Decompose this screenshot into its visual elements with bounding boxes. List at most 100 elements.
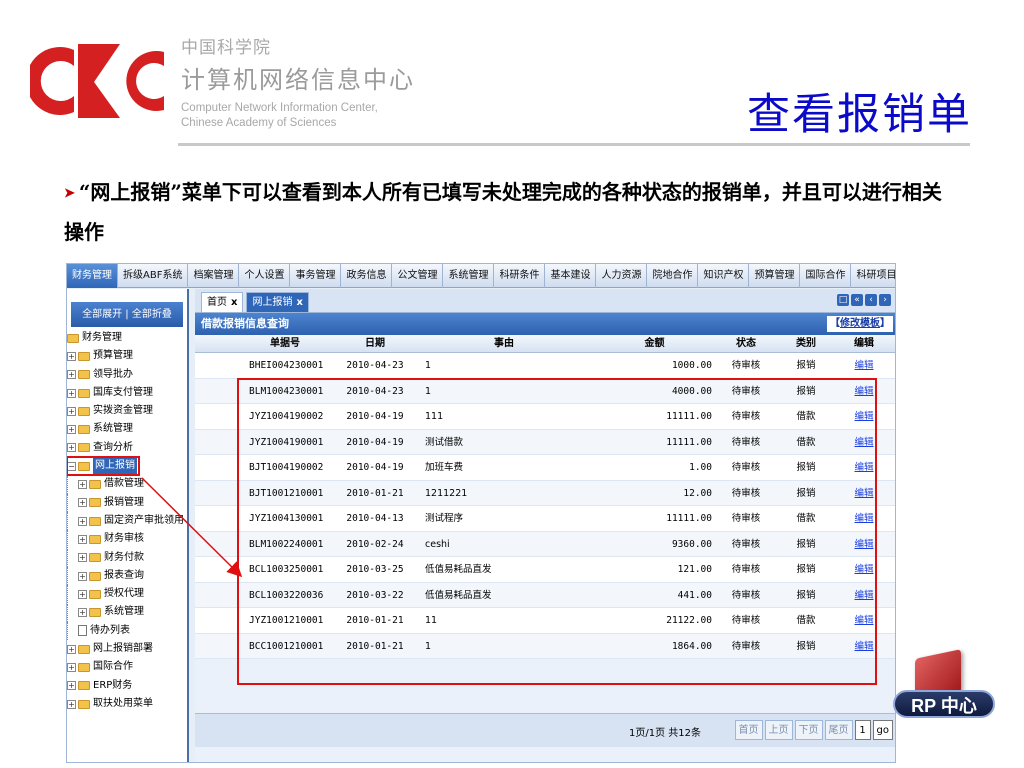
expand-toggle-icon[interactable]: + <box>78 498 87 508</box>
nav-item[interactable]: 政务信息 <box>341 264 393 288</box>
expand-toggle-icon[interactable]: + <box>78 534 87 544</box>
prev-page-button[interactable]: 上页 <box>764 720 793 740</box>
page-number-input[interactable]: 1 <box>854 720 871 740</box>
expand-toggle-icon[interactable]: + <box>67 351 76 361</box>
sidebar-item[interactable]: + 系统管理 <box>67 603 187 622</box>
sidebar-item[interactable]: + 网上报销部署 <box>67 640 187 658</box>
column-header-type[interactable]: 类别 <box>776 335 836 352</box>
nav-item[interactable]: 系统管理 <box>443 264 495 288</box>
table-row[interactable]: JYZ1004190001 2010-04-19 测试借款 11111.00 待审核 借款… <box>195 429 895 455</box>
last-page-button[interactable]: 尾页 <box>824 720 853 740</box>
sidebar-item[interactable]: + 实拨资金管理 <box>67 402 187 420</box>
sidebar-item[interactable]: + 报表查询 <box>67 567 187 585</box>
nav-item[interactable]: 院地合作 <box>647 264 699 288</box>
nav-item[interactable]: 基本建设 <box>545 264 597 288</box>
expand-toggle-icon[interactable]: + <box>78 608 87 618</box>
tab-prev-icon[interactable]: ‹ <box>865 294 877 306</box>
table-row[interactable]: BHEI004230001 2010-04-23 1 1000.00 待审核 报销 编辑 <box>195 353 895 379</box>
nav-item[interactable]: 预算管理 <box>749 264 801 288</box>
sidebar-item[interactable]: + 借款管理 <box>67 475 187 494</box>
sidebar-item[interactable]: + 领导批办 <box>67 366 187 384</box>
column-header-status[interactable]: 状态 <box>716 335 776 352</box>
expand-toggle-icon[interactable]: + <box>67 388 76 398</box>
expand-toggle-icon[interactable]: + <box>67 425 76 435</box>
sidebar-item[interactable]: + 授权代理 <box>67 585 187 604</box>
sidebar-item[interactable]: + 取扶处用菜单 <box>67 695 187 713</box>
nav-item[interactable]: 个人设置 <box>239 264 291 288</box>
nav-item[interactable]: 知识产权 <box>698 264 750 288</box>
expand-toggle-icon[interactable]: + <box>67 644 76 654</box>
expand-collapse-all-button[interactable]: 全部展开 | 全部折叠 <box>71 302 183 327</box>
table-row[interactable]: BLM1004230001 2010-04-23 1 4000.00 待审核 报销 编辑 <box>195 378 895 404</box>
tab-list-icon[interactable]: □ <box>837 294 849 306</box>
nav-item[interactable]: 科研条件 <box>494 264 546 288</box>
tab-next-icon[interactable]: › <box>879 294 891 306</box>
column-header-number[interactable]: 单据号 <box>235 335 335 352</box>
edit-link[interactable]: 编辑 <box>836 506 892 531</box>
next-page-button[interactable]: 下页 <box>794 720 823 740</box>
nav-item[interactable]: 财务管理 <box>67 264 118 288</box>
expand-toggle-icon[interactable]: + <box>78 480 87 490</box>
edit-link[interactable]: 编辑 <box>836 404 892 429</box>
modify-template-link[interactable]: 【修改模板】 <box>827 316 893 332</box>
sidebar-item[interactable]: 待办列表 <box>67 621 187 640</box>
nav-item[interactable]: 拆级ABF系统 <box>118 264 189 288</box>
edit-link[interactable]: 编辑 <box>836 608 892 633</box>
expand-toggle-icon[interactable]: + <box>67 406 76 416</box>
edit-link[interactable]: 编辑 <box>836 532 892 557</box>
sidebar-item[interactable]: + 报销管理 <box>67 493 187 512</box>
table-row[interactable]: JYZ1004190002 2010-04-19 111 11111.00 待审核 借款 编… <box>195 404 895 430</box>
edit-link[interactable]: 编辑 <box>836 379 892 404</box>
sidebar-item[interactable]: + 国际合作 <box>67 658 187 676</box>
expand-toggle-icon[interactable]: + <box>67 699 76 709</box>
column-header-amount[interactable]: 金额 <box>593 335 716 352</box>
expand-toggle-icon[interactable]: + <box>78 553 87 563</box>
sidebar-item[interactable]: + 查询分析 <box>67 439 187 457</box>
sidebar-item[interactable]: + ERP财务 <box>67 677 187 695</box>
edit-link[interactable]: 编辑 <box>836 557 892 582</box>
table-row[interactable]: BCC1001210001 2010-01-21 1 1864.00 待审核 报销 编辑 <box>195 633 895 659</box>
table-row[interactable]: BLM1002240001 2010-02-24 ceshi 9360.00 待审核 报销… <box>195 531 895 557</box>
sidebar-item[interactable]: + 财务付款 <box>67 548 187 567</box>
expand-toggle-icon[interactable]: + <box>67 443 76 453</box>
nav-item[interactable]: 公文管理 <box>392 264 444 288</box>
table-row[interactable]: JYZ1004130001 2010-04-13 测试程序 11111.00 待审核 借款… <box>195 506 895 532</box>
expand-toggle-icon[interactable]: + <box>67 662 76 672</box>
edit-link[interactable]: 编辑 <box>836 353 892 378</box>
expand-toggle-icon[interactable]: + <box>67 681 76 691</box>
nav-item[interactable]: 人力资源 <box>596 264 648 288</box>
sidebar-item[interactable]: + 国库支付管理 <box>67 384 187 402</box>
column-header-reason[interactable]: 事由 <box>415 335 593 352</box>
edit-link[interactable]: 编辑 <box>836 634 892 659</box>
table-row[interactable]: JYZ1001210001 2010-01-21 11 21122.00 待审核 借款 编辑 <box>195 608 895 634</box>
expand-toggle-icon[interactable]: + <box>78 516 87 526</box>
close-icon[interactable]: x <box>231 297 237 308</box>
edit-link[interactable]: 编辑 <box>836 430 892 455</box>
sidebar-item[interactable]: + 系统管理 <box>67 420 187 438</box>
table-row[interactable]: BCL1003220036 2010-03-22 低值易耗品直发 441.00 待审核 报… <box>195 582 895 608</box>
expand-toggle-icon[interactable]: + <box>78 589 87 599</box>
go-button[interactable]: go <box>872 720 893 740</box>
first-page-button[interactable]: 首页 <box>734 720 763 740</box>
close-icon[interactable]: x <box>296 297 302 308</box>
edit-link[interactable]: 编辑 <box>836 455 892 480</box>
tab-first-icon[interactable]: « <box>851 294 863 306</box>
sidebar-item-root[interactable]: 财务管理 <box>67 329 187 347</box>
tab-home[interactable]: 首页 x <box>201 292 244 312</box>
column-header-date[interactable]: 日期 <box>335 335 415 352</box>
table-row[interactable]: BJT1004190002 2010-04-19 加班车费 1.00 待审核 报销 编辑 <box>195 455 895 481</box>
nav-item[interactable]: 事务管理 <box>290 264 342 288</box>
sidebar-item[interactable]: + 固定资产审批领用 <box>67 512 187 531</box>
nav-item[interactable]: 档案管理 <box>188 264 240 288</box>
edit-link[interactable]: 编辑 <box>836 583 892 608</box>
sidebar-item[interactable]: + 预算管理 <box>67 347 187 365</box>
expand-toggle-icon[interactable]: − <box>67 461 76 471</box>
nav-item[interactable]: 国际合作 <box>800 264 852 288</box>
expand-toggle-icon[interactable]: + <box>78 571 87 581</box>
table-row[interactable]: BJT1001210001 2010-01-21 1211221 12.00 待审核 报销… <box>195 480 895 506</box>
expand-toggle-icon[interactable]: + <box>67 370 76 380</box>
nav-item[interactable]: 科研项目 <box>851 264 895 288</box>
table-row[interactable]: BCL1003250001 2010-03-25 低值易耗品直发 121.00 待审核 报… <box>195 557 895 583</box>
sidebar-item[interactable]: + 财务审核 <box>67 530 187 549</box>
sidebar-item-online-reimbursement[interactable]: − 网上报销 <box>67 456 140 477</box>
